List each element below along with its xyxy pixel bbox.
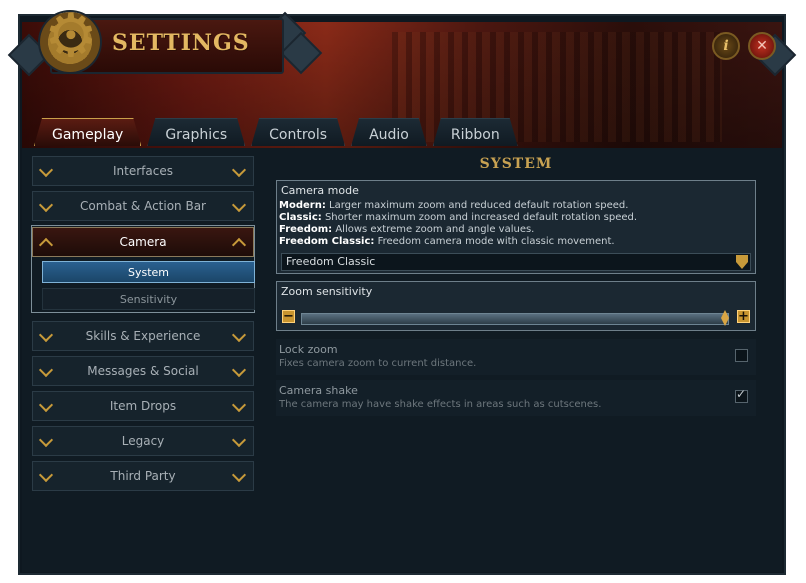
lock-zoom-label: Lock zoom: [279, 343, 338, 356]
mode-text: Freedom camera mode with classic movemen…: [374, 236, 615, 247]
sidebar-item-label: Third Party: [110, 469, 176, 483]
chevron-down-icon: [38, 197, 54, 213]
sidebar-subitem-system[interactable]: System: [42, 261, 255, 283]
sidebar-item-legacy[interactable]: Legacy: [32, 426, 254, 456]
mode-line-freedom-classic: Freedom Classic: Freedom camera mode wit…: [279, 236, 637, 248]
sidebar-item-skills-experience[interactable]: Skills & Experience: [32, 321, 254, 351]
increase-button[interactable]: +: [737, 310, 750, 323]
camera-group: Camera System Sensitivity: [31, 225, 255, 313]
chevron-down-icon: [231, 467, 247, 483]
chevron-down-icon: [231, 362, 247, 378]
chevron-down-icon: [231, 197, 247, 213]
mode-term: Freedom:: [279, 224, 333, 235]
close-icon[interactable]: ✕: [748, 32, 776, 60]
camera-shake-description: The camera may have shake effects in are…: [279, 399, 602, 410]
decrease-button[interactable]: −: [282, 310, 295, 323]
camera-shake-label: Camera shake: [279, 384, 358, 397]
chevron-down-icon: [38, 432, 54, 448]
mode-term: Freedom Classic:: [279, 236, 375, 247]
lock-zoom-description: Fixes camera zoom to current distance.: [279, 358, 477, 369]
chevron-down-icon: [38, 397, 54, 413]
camera-shake-checkbox[interactable]: [735, 387, 748, 403]
sidebar-item-interfaces[interactable]: Interfaces: [32, 156, 254, 186]
chevron-down-icon: [38, 362, 54, 378]
sidebar-item-item-drops[interactable]: Item Drops: [32, 391, 254, 421]
lock-zoom-checkbox[interactable]: [735, 349, 748, 362]
tab-gameplay[interactable]: Gameplay: [34, 118, 141, 146]
chevron-down-icon: [231, 397, 247, 413]
sidebar-item-label: Skills & Experience: [85, 329, 201, 343]
window-controls: i ✕: [712, 32, 776, 60]
mode-text: Larger maximum zoom and reduced default …: [325, 200, 629, 211]
mode-line-classic: Classic: Shorter maximum zoom and increa…: [279, 212, 637, 224]
mode-text: Shorter maximum zoom and increased defau…: [321, 212, 638, 223]
lock-zoom-option: Lock zoom Fixes camera zoom to current d…: [276, 339, 756, 375]
mode-term: Classic:: [279, 212, 322, 223]
sidebar-item-label: Item Drops: [109, 399, 177, 413]
chevron-down-icon: [231, 432, 247, 448]
zoom-sensitivity-label: Zoom sensitivity: [281, 285, 373, 298]
chevron-up-icon: [231, 237, 247, 253]
sidebar-item-label: Combat & Action Bar: [80, 199, 206, 213]
camera-mode-label: Camera mode: [281, 184, 359, 197]
sidebar-nav: Interfaces Combat & Action Bar Camera Sy…: [31, 156, 255, 496]
mode-term: Modern:: [279, 200, 326, 211]
chevron-down-icon: [231, 327, 247, 343]
dropdown-arrow-icon: [736, 255, 748, 269]
mode-line-freedom: Freedom: Allows extreme zoom and angle v…: [279, 224, 637, 236]
sidebar-item-label: Interfaces: [113, 164, 173, 178]
camera-mode-select[interactable]: Freedom Classic: [281, 253, 751, 271]
chevron-down-icon: [231, 162, 247, 178]
camera-mode-panel: Camera mode Modern: Larger maximum zoom …: [276, 180, 756, 274]
tab-ribbon[interactable]: Ribbon: [433, 118, 518, 146]
camera-mode-value: Freedom Classic: [286, 255, 376, 268]
tab-bar: Gameplay Graphics Controls Audio Ribbon: [34, 118, 524, 146]
gear-icon: [40, 6, 100, 72]
chevron-down-icon: [38, 467, 54, 483]
sidebar-item-third-party[interactable]: Third Party: [32, 461, 254, 491]
sidebar-item-label: Camera: [119, 235, 167, 249]
zoom-sensitivity-panel: Zoom sensitivity − +: [276, 281, 756, 331]
section-title: SYSTEM: [479, 156, 553, 172]
camera-shake-option: Camera shake The camera may have shake e…: [276, 380, 756, 416]
sidebar-item-combat-action-bar[interactable]: Combat & Action Bar: [32, 191, 254, 221]
sidebar-item-camera[interactable]: Camera: [32, 227, 254, 257]
sidebar-subitem-sensitivity[interactable]: Sensitivity: [42, 288, 255, 310]
mode-text: Allows extreme zoom and angle values.: [332, 224, 535, 235]
tab-controls[interactable]: Controls: [251, 118, 345, 146]
chevron-down-icon: [38, 162, 54, 178]
sidebar-item-label: Messages & Social: [87, 364, 199, 378]
chevron-up-icon: [38, 237, 54, 253]
chevron-down-icon: [38, 327, 54, 343]
sidebar-item-label: Legacy: [121, 434, 165, 448]
tab-audio[interactable]: Audio: [351, 118, 427, 146]
tab-graphics[interactable]: Graphics: [147, 118, 245, 146]
info-icon[interactable]: i: [712, 32, 740, 60]
window-title: SETTINGS: [112, 30, 250, 56]
zoom-sensitivity-slider[interactable]: [301, 313, 729, 325]
camera-mode-description: Modern: Larger maximum zoom and reduced …: [279, 200, 637, 248]
sidebar-item-messages-social[interactable]: Messages & Social: [32, 356, 254, 386]
mode-line-modern: Modern: Larger maximum zoom and reduced …: [279, 200, 637, 212]
